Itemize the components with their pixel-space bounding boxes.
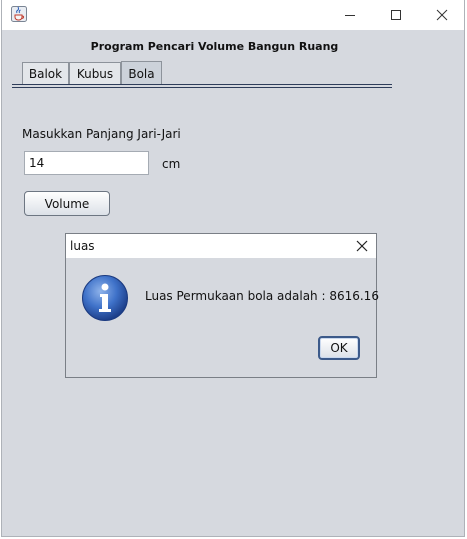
- dialog-message: Luas Permukaan bola adalah : 8616.16: [145, 289, 379, 303]
- info-icon: [82, 275, 128, 321]
- radius-input[interactable]: [24, 151, 149, 175]
- minimize-icon: [345, 15, 355, 16]
- dialog-title: luas: [70, 239, 95, 253]
- tab-bola[interactable]: Bola: [121, 61, 162, 85]
- radius-label: Masukkan Panjang Jari-Jari: [22, 127, 181, 141]
- minimize-button[interactable]: [327, 0, 373, 30]
- maximize-icon: [391, 10, 401, 20]
- window-titlebar: [2, 0, 464, 30]
- close-button[interactable]: [419, 0, 465, 30]
- close-icon: [436, 9, 448, 21]
- maximize-button[interactable]: [373, 0, 419, 30]
- page-title: Program Pencari Volume Bangun Ruang: [90, 40, 339, 53]
- app-window: Program Pencari Volume Bangun Ruang Balo…: [1, 0, 465, 537]
- tab-divider: [12, 84, 392, 85]
- dialog-titlebar: luas: [66, 234, 376, 258]
- tab-balok[interactable]: Balok: [22, 62, 69, 84]
- java-cup-icon: [11, 6, 27, 22]
- tab-kubus[interactable]: Kubus: [69, 62, 121, 84]
- volume-button[interactable]: Volume: [24, 191, 110, 216]
- ok-button[interactable]: OK: [318, 336, 360, 360]
- dialog-close-icon[interactable]: [354, 238, 370, 254]
- tab-divider-lower: [12, 87, 392, 88]
- message-dialog: luas Luas Permukaan bola adalah : 8616.1…: [65, 233, 379, 378]
- unit-label: cm: [162, 157, 181, 171]
